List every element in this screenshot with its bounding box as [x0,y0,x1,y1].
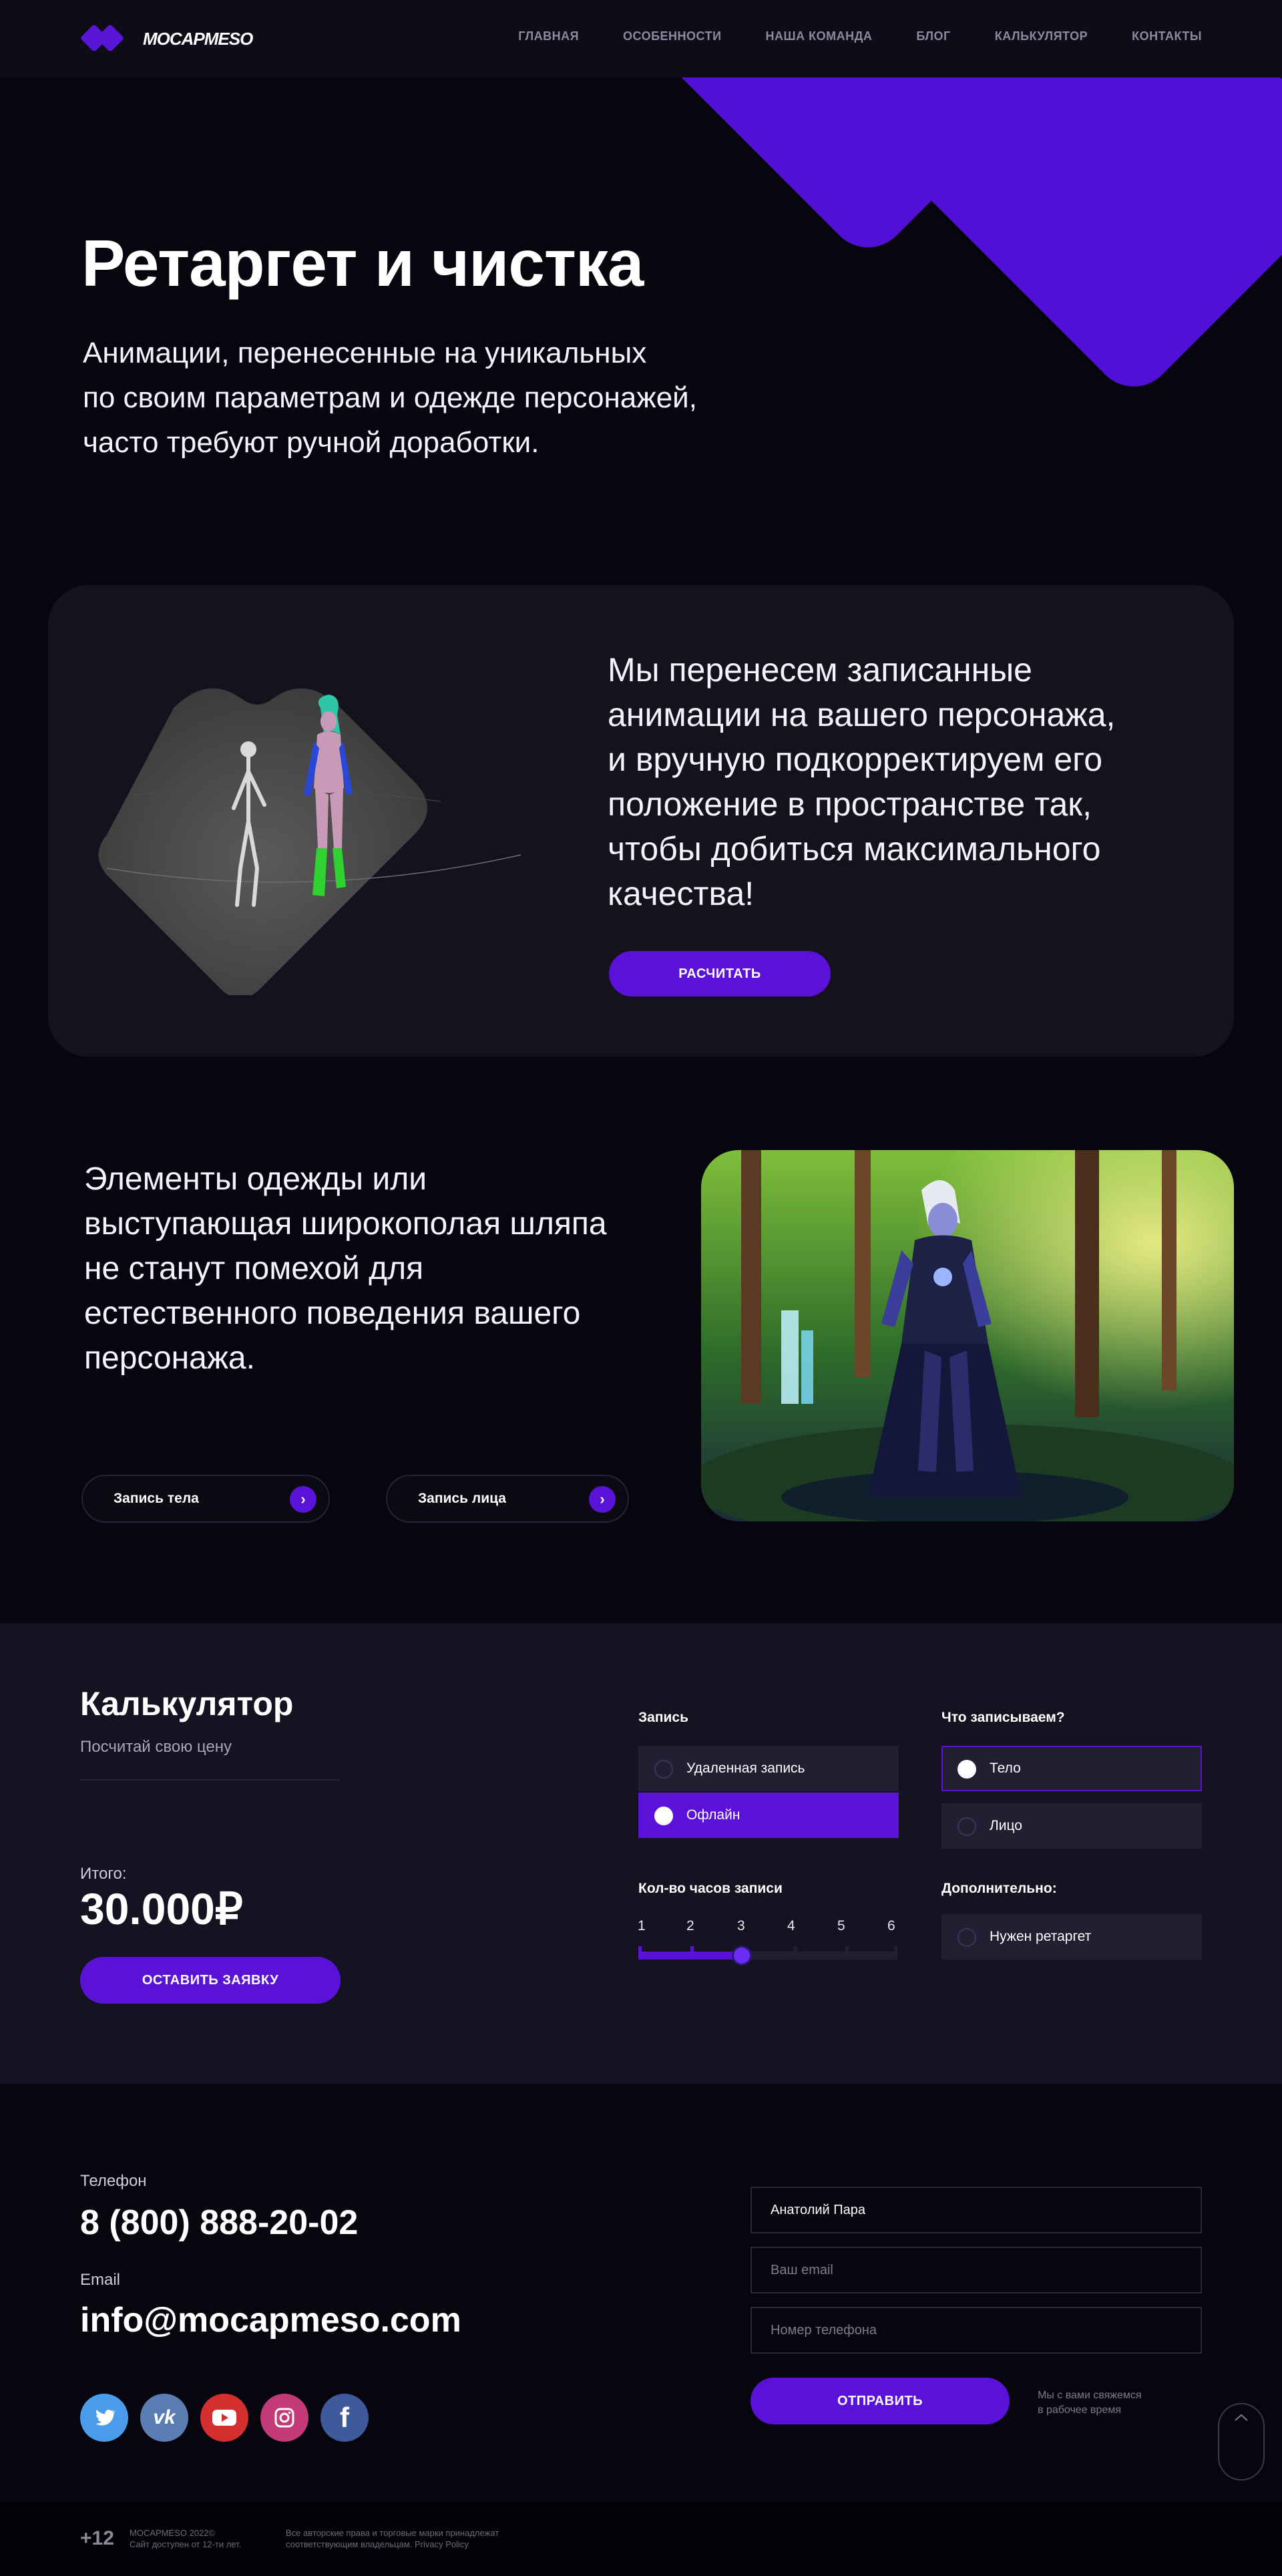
hours-group-label: Кол-во часов записи [638,1881,783,1896]
hours-slider-tick [845,1946,849,1960]
footer-copyright: MOCAPMESO 2022© Сайт доступен от 12-ти л… [130,2528,242,2549]
nav-item-contacts[interactable]: КОНТАКТЫ [1132,29,1202,43]
hours-slider-tick [793,1946,797,1960]
send-button[interactable]: ОТПРАВИТЬ [751,2378,1010,2424]
logo-mark-icon [79,23,134,53]
what-group-label: Что записываем? [941,1710,1065,1725]
body-record-label: Запись тела [114,1491,199,1506]
calculator-title: Калькулятор [80,1685,294,1722]
calculate-button[interactable]: РАСЧИТАТЬ [609,951,831,996]
divider [80,1779,341,1781]
leave-request-button[interactable]: ОСТАВИТЬ ЗАЯВКУ [80,1957,341,2004]
record-option-offline[interactable]: Офлайн [638,1793,899,1838]
hours-tick-label: 3 [737,1918,745,1934]
chevron-right-icon: › [589,1486,616,1513]
nav-item-team[interactable]: НАША КОМАНДА [766,29,873,43]
radio-icon [957,1817,976,1836]
age-rating-badge: +12 [80,2527,114,2549]
phone-number[interactable]: 8 (800) 888-20-02 [80,2203,358,2243]
hours-tick-label: 6 [887,1918,895,1934]
feature-description: Мы перенесем записанные анимации на ваше… [608,651,1116,912]
calculator-subtitle: Посчитай свою цену [80,1738,232,1756]
radio-icon [654,1807,673,1825]
instagram-icon[interactable] [260,2394,308,2442]
extra-option-retarget[interactable]: Нужен ретаргет [941,1914,1202,1960]
site-header: MOCAPMESO ГЛАВНАЯ ОСОБЕННОСТИ НАША КОМАН… [0,0,1282,77]
record-option-remote[interactable]: Удаленная запись [638,1746,899,1791]
twitter-icon[interactable] [80,2394,128,2442]
hours-tick-label: 4 [787,1918,795,1934]
face-record-label: Запись лица [418,1491,506,1506]
youtube-icon[interactable] [200,2394,248,2442]
footer-rights: Все авторские права и торговые марки при… [286,2528,499,2549]
hours-tick-label: 2 [686,1918,694,1934]
contact-note: Мы с вами свяжемся в рабочее время [1038,2390,1142,2416]
what-option-label: Тело [990,1761,1021,1776]
vk-icon[interactable]: vk [140,2394,188,2442]
nav-item-calculator[interactable]: КАЛЬКУЛЯТОР [995,29,1088,43]
retarget-preview-image [98,688,521,995]
checkbox-icon [957,1928,976,1947]
nav-item-blog[interactable]: БЛОГ [916,29,950,43]
extra-option-label: Нужен ретаргет [990,1929,1092,1944]
total-value: 30.000₽ [80,1884,243,1934]
chevron-right-icon: › [290,1486,316,1513]
email-label: Email [80,2271,121,2289]
logo-text: MOCAPMESO [143,28,253,49]
what-option-label: Лицо [990,1818,1022,1833]
body-record-button[interactable]: Запись тела › [81,1475,330,1523]
forest-character-image [701,1150,1234,1521]
page-title: Ретаргет и чистка [81,226,644,300]
logo[interactable]: MOCAPMESO [79,23,253,53]
what-option-body[interactable]: Тело [941,1746,1202,1791]
main-nav: ГЛАВНАЯ ОСОБЕННОСТИ НАША КОМАНДА БЛОГ КА… [518,29,1202,43]
phone-field[interactable] [751,2307,1202,2354]
extra-group-label: Дополнительно: [941,1881,1057,1896]
record-option-label: Удаленная запись [686,1761,805,1776]
facebook-glyph: f [340,2402,349,2433]
nav-item-features[interactable]: ОСОБЕННОСТИ [623,29,721,43]
hours-slider-handle[interactable] [732,1946,753,1966]
radio-icon [957,1760,976,1779]
name-field[interactable] [751,2187,1202,2233]
hours-tick-label: 1 [638,1918,646,1934]
hours-slider-tick [894,1946,897,1960]
nav-item-home[interactable]: ГЛАВНАЯ [518,29,579,43]
email-field[interactable] [751,2247,1202,2293]
record-group-label: Запись [638,1710,689,1725]
phone-label: Телефон [80,2172,147,2190]
record-option-label: Офлайн [686,1807,740,1823]
facebook-icon[interactable]: f [320,2394,369,2442]
email-address[interactable]: info@mocapmeso.com [80,2300,461,2340]
hours-tick-label: 5 [837,1918,845,1934]
scroll-top-button[interactable] [1218,2403,1265,2480]
radio-icon [654,1760,673,1779]
chevron-up-icon [1235,2414,1248,2421]
total-label: Итого: [80,1865,127,1883]
clothing-description: Элементы одежды или выступающая широкопо… [84,1161,607,1376]
vk-glyph: vk [153,2406,176,2428]
what-option-face[interactable]: Лицо [941,1803,1202,1849]
hours-slider-tick [638,1946,642,1960]
hours-slider-tick [690,1946,694,1960]
face-record-button[interactable]: Запись лица › [386,1475,629,1523]
hero-subtitle: Анимации, перенесенные на уникальных по … [83,337,697,459]
